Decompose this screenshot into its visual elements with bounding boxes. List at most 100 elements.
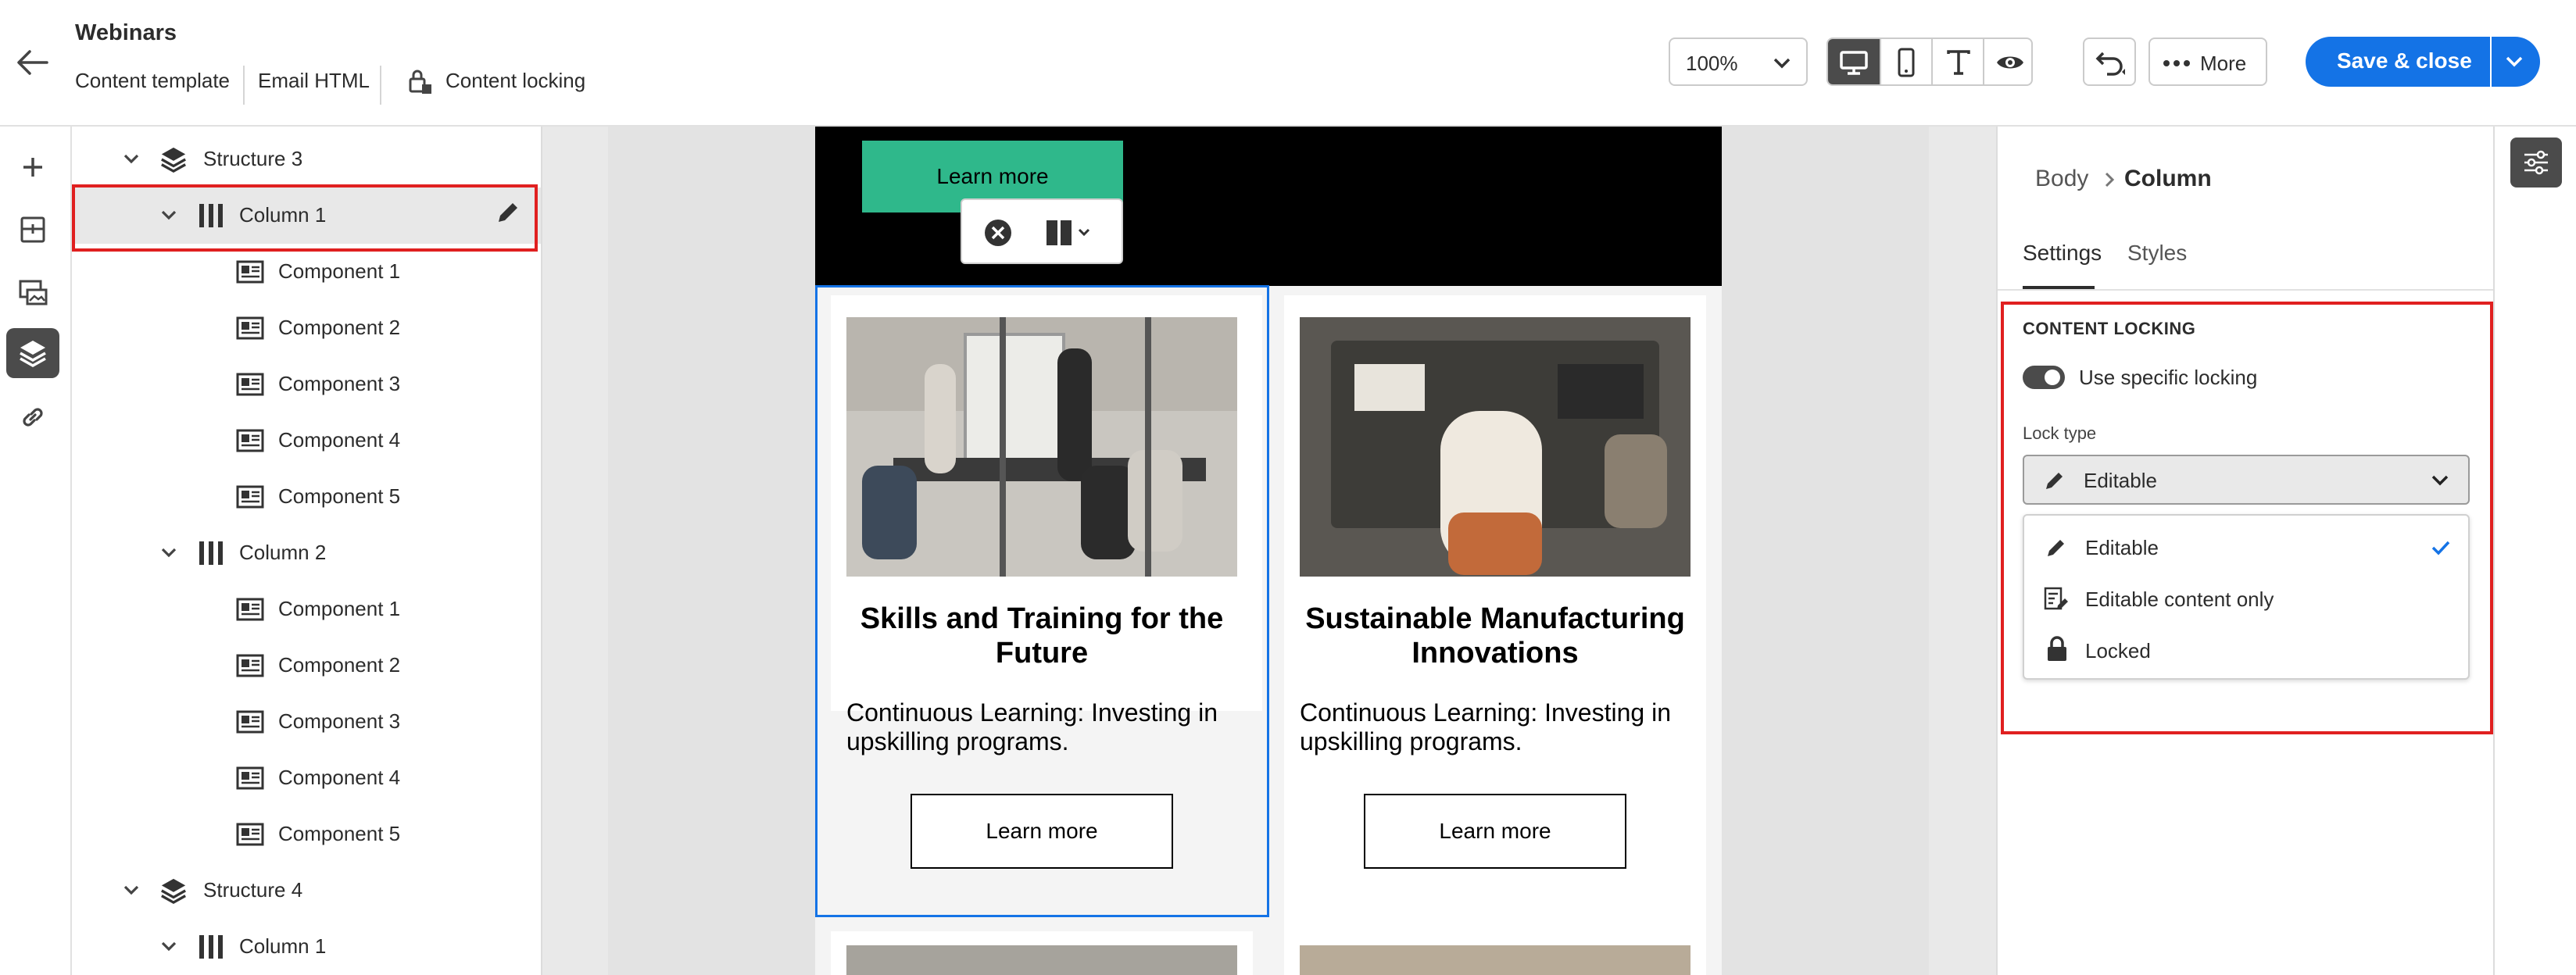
column-icon xyxy=(197,933,225,961)
sliders-icon xyxy=(2524,150,2548,175)
pencil-icon xyxy=(2046,473,2063,489)
tree-item-component[interactable]: Component 5 xyxy=(72,806,541,862)
component-icon xyxy=(236,710,264,734)
component-icon xyxy=(236,485,264,509)
chevron-down-icon[interactable] xyxy=(159,545,178,561)
edit-content-icon xyxy=(2044,587,2068,610)
tree-item-component[interactable]: Component 4 xyxy=(72,750,541,806)
divider xyxy=(380,66,381,105)
tree-item-label: Component 1 xyxy=(278,259,401,283)
lock-type-select[interactable]: Editable xyxy=(2023,455,2470,505)
tree-item-label: Component 3 xyxy=(278,372,401,395)
chevron-down-icon[interactable] xyxy=(122,152,141,167)
layer-tree: Structure 3 Column 1 Component 1 Component … xyxy=(72,127,542,975)
toggle-knob xyxy=(2045,370,2060,385)
option-editable[interactable]: Editable xyxy=(2024,522,2470,573)
tree-item-label: Component 5 xyxy=(278,822,401,845)
card-body: Continuous Learning: Investing in upskil… xyxy=(1300,698,1671,755)
tabs-divider xyxy=(1998,289,2493,291)
structure-button[interactable] xyxy=(6,205,59,255)
more-button[interactable]: More xyxy=(2148,38,2267,86)
component-icon xyxy=(236,429,264,452)
add-button[interactable] xyxy=(6,142,59,192)
device-toggle-group xyxy=(1826,38,2033,86)
edit-column-button[interactable] xyxy=(494,198,522,227)
tab-email-html[interactable]: Email HTML xyxy=(258,69,370,93)
tree-item-structure[interactable]: Structure 3 xyxy=(72,131,541,188)
tree-item-component[interactable]: Component 3 xyxy=(72,694,541,750)
properties-button[interactable] xyxy=(2510,138,2562,188)
pencil-icon xyxy=(499,203,517,222)
email-body: Learn more Skills and Training for the F… xyxy=(815,127,1722,975)
back-button[interactable] xyxy=(14,47,52,78)
next-card-image xyxy=(1300,945,1690,975)
checkmark-icon xyxy=(2431,541,2450,555)
tab-styles[interactable]: Styles xyxy=(2127,241,2187,266)
undo-icon xyxy=(2095,52,2125,76)
desktop-view-button[interactable] xyxy=(1828,39,1880,84)
left-rail xyxy=(0,127,72,975)
tree-item-label: Component 4 xyxy=(278,428,401,452)
right-rail xyxy=(2493,127,2576,975)
zoom-select[interactable]: 100% xyxy=(1669,38,1808,86)
breadcrumb-body[interactable]: Body xyxy=(2035,166,2088,192)
save-options-button[interactable] xyxy=(2492,37,2540,87)
columns-layout-icon[interactable] xyxy=(1045,219,1092,247)
option-label: Locked xyxy=(2085,639,2151,662)
pencil-icon xyxy=(2048,540,2064,556)
specific-locking-toggle[interactable] xyxy=(2023,366,2065,389)
tree-item-column[interactable]: Column 1 xyxy=(72,919,541,975)
tree-item-structure[interactable]: Structure 4 xyxy=(72,862,541,919)
option-locked[interactable]: Locked xyxy=(2024,625,2470,677)
component-icon xyxy=(236,316,264,340)
layers-icon xyxy=(159,877,188,905)
card-learn-more-button[interactable]: Learn more xyxy=(1364,794,1626,869)
link-icon xyxy=(23,408,43,427)
tree-item-component[interactable]: Component 2 xyxy=(72,638,541,694)
card-image-workshop xyxy=(1300,317,1690,577)
mobile-view-button[interactable] xyxy=(1880,39,1931,84)
column-icon xyxy=(197,539,225,567)
tree-item-label: Component 2 xyxy=(278,653,401,677)
structure-icon xyxy=(20,216,45,243)
chevron-down-icon[interactable] xyxy=(159,939,178,955)
option-label: Editable content only xyxy=(2085,588,2274,611)
component-icon xyxy=(236,654,264,677)
tree-item-column[interactable]: Column 2 xyxy=(72,525,541,581)
option-editable-content-only[interactable]: Editable content only xyxy=(2024,573,2470,625)
preview-button[interactable] xyxy=(1983,39,2031,84)
fragments-icon xyxy=(19,280,48,305)
tab-content-template[interactable]: Content template xyxy=(75,69,230,93)
undo-button[interactable] xyxy=(2083,38,2136,86)
chevron-down-icon[interactable] xyxy=(122,883,141,898)
remove-icon[interactable] xyxy=(984,219,1012,247)
lock-type-value: Editable xyxy=(2084,469,2157,492)
divider xyxy=(243,66,245,105)
tree-item-component[interactable]: Component 5 xyxy=(72,469,541,525)
fragments-button[interactable] xyxy=(6,267,59,317)
breadcrumb-current: Column xyxy=(2124,166,2212,191)
more-label: More xyxy=(2200,52,2247,75)
component-icon xyxy=(236,373,264,396)
back-arrow-icon xyxy=(17,50,48,75)
tree-item-label: Structure 3 xyxy=(203,147,303,170)
toggle-label: Use specific locking xyxy=(2079,366,2258,389)
tree-item-component[interactable]: Component 3 xyxy=(72,356,541,412)
tree-item-label: Column 2 xyxy=(239,541,327,564)
tab-settings[interactable]: Settings xyxy=(2023,241,2102,266)
tree-item-component[interactable]: Component 2 xyxy=(72,300,541,356)
tree-item-component[interactable]: Component 1 xyxy=(72,244,541,300)
tree-item-component[interactable]: Component 4 xyxy=(72,412,541,469)
tree-item-label: Column 1 xyxy=(239,934,327,958)
layers-button[interactable] xyxy=(6,328,59,378)
save-close-button[interactable]: Save & close xyxy=(2306,37,2490,87)
tree-item-component[interactable]: Component 1 xyxy=(72,581,541,638)
tree-item-label: Component 4 xyxy=(278,766,401,789)
tab-content-locking[interactable]: Content locking xyxy=(445,69,585,93)
text-view-button[interactable] xyxy=(1931,39,1983,84)
links-button[interactable] xyxy=(6,392,59,442)
column-toolbar xyxy=(961,198,1123,264)
layers-icon xyxy=(20,341,46,368)
content-lock-icon xyxy=(406,69,433,95)
chevron-down-icon xyxy=(2431,475,2449,486)
